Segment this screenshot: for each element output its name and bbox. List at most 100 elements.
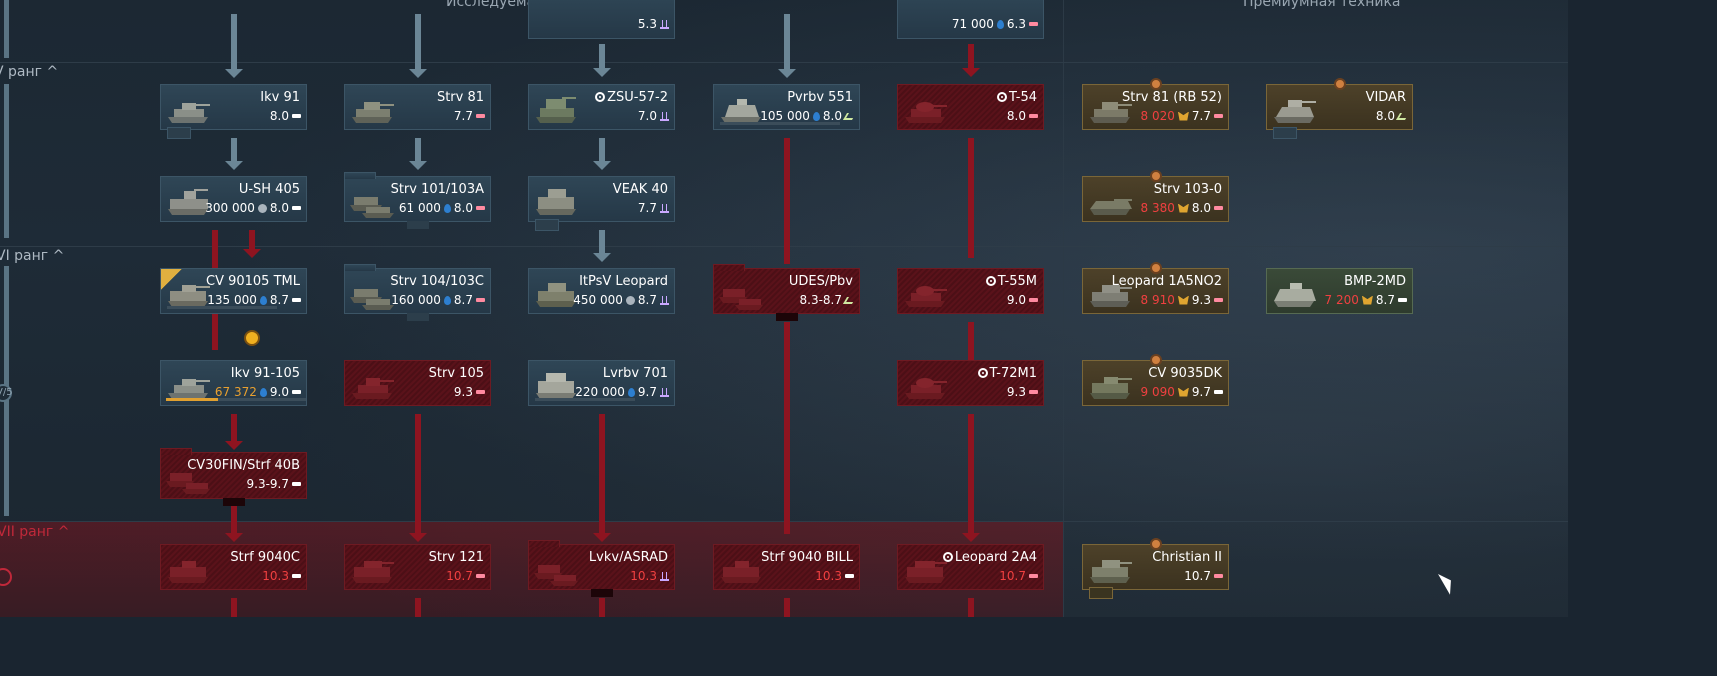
spaa-icon [660,111,669,121]
vehicle-card-pvrbv551[interactable]: Pvrbv 551 105 000 8.0 [713,84,860,130]
vehicle-card-strv105[interactable]: Strv 105 9.3 [344,360,491,406]
vehicle-name: VEAK 40 [612,182,668,197]
vehicle-name-text: ZSU-57-2 [607,90,668,105]
battle-rating: 10.3 [262,569,289,583]
connector-arrow [778,14,796,78]
connector-arrow [593,230,611,262]
vehicle-card-strv81rb52[interactable]: Strv 81 (RB 52) 8 020 7.7 [1082,78,1229,130]
vehicle-name: CV 90105 TML [206,274,300,289]
vehicle-card-christian2[interactable]: Christian II 10.7 [1082,538,1229,599]
spaa-group-thumbnail [534,565,578,586]
card-subtag [167,127,191,139]
vehicle-name: Strf 9040C [230,550,300,565]
folder-tab [713,264,745,271]
spaa-icon [660,387,669,397]
tank-icon [476,390,485,394]
vehicle-card-zsu572[interactable]: ZSU-57-2 7.0 [528,84,675,130]
purchase-cost: 7 200 [1324,293,1359,307]
premium-badge-icon [1150,170,1162,182]
battle-rating: 8.3-8.7 [799,293,843,307]
rank-label-v[interactable]: V ранг ^ [0,64,58,80]
connector-arrow [593,44,611,77]
spaa-icon [660,295,669,305]
vehicle-card-t72m1[interactable]: T-72M1 9.3 [897,360,1044,406]
vehicle-card-strf9040c[interactable]: Strf 9040C 10.3 [160,544,307,590]
battle-rating: 8.7 [269,293,289,307]
battle-rating: 8.0 [453,201,473,215]
spaa-icon [660,571,669,581]
vehicle-name: Strv 105 [428,366,484,381]
tank-thumbnail [168,561,208,583]
vehicle-card-strv104[interactable]: Strv 104/103C 160 000 8.7 [344,264,491,321]
vehicle-card-veak40[interactable]: VEAK 40 7.7 [528,176,675,231]
premium-badge-icon [1334,78,1346,90]
vehicle-card-vidar[interactable]: VIDAR 8.0 [1266,78,1413,139]
rank-label-vi[interactable]: VI ранг ^ [0,248,64,264]
vehicle-card-strf9040bill[interactable]: Strf 9040 BILL 10.3 [713,544,860,590]
vehicle-card-partial[interactable]: 5.3 [528,0,675,39]
tank-icon [1029,298,1038,302]
rank-label-vii[interactable]: VII ранг ^ [0,524,69,540]
vehicle-card-strv121[interactable]: Strv 121 10.7 [344,544,491,590]
vehicle-card-ush405[interactable]: U-SH 405 300 000 8.0 [160,176,307,222]
battle-rating: 10.7 [446,569,473,583]
folder-expand-tag[interactable] [407,313,429,321]
spaa-icon [660,19,669,29]
research-cost: 300 000 [205,201,255,215]
golden-eagle-icon [1177,203,1189,213]
card-meta: 67 372 9.0 [215,385,301,399]
folder-expand-tag[interactable] [407,221,429,229]
card-meta: 9.3 [454,385,485,399]
card-meta: 450 000 8.7 [573,293,669,307]
folder-expand-tag[interactable] [223,498,245,506]
tank-group-thumbnail [350,289,394,310]
vehicle-card-udes[interactable]: UDES/Pbv 8.3-8.7 [713,264,860,321]
vehicle-name-text: T-72M1 [989,366,1037,381]
tank-icon [476,114,485,118]
battle-rating: 8.0 [1006,109,1026,123]
vehicle-card-cv90105[interactable]: CV 90105 TML 135 000 8.7 [160,268,307,314]
tank-icon [292,482,301,486]
vehicle-card-leo2a4[interactable]: Leopard 2A4 10.7 [897,544,1044,590]
tank-thumbnail [1090,199,1132,215]
card-meta: 10.3 [630,569,669,583]
tank-thumbnail [905,102,947,123]
locked-connector [784,598,790,617]
vehicle-name: Strv 103-0 [1153,182,1222,197]
vehicle-card-strv101[interactable]: Strv 101/103A 61 000 8.0 [344,172,491,229]
vehicle-card-ikv91[interactable]: Ikv 91 8.0 [160,84,307,139]
vehicle-name: Strv 104/103C [390,274,484,289]
vehicle-card-strv81[interactable]: Strv 81 7.7 [344,84,491,130]
tank-icon [1214,298,1223,302]
vehicle-card-leo1a5no2[interactable]: Leopard 1A5NO2 8 910 9.3 [1082,262,1229,314]
vehicle-card-lvrbv701[interactable]: Lvrbv 701 220 000 9.7 [528,360,675,406]
tank-icon [292,574,301,578]
card-meta: 61 000 8.0 [399,201,485,215]
tank-thumbnail [1274,100,1316,123]
folder-tab [528,540,560,547]
vehicle-card-ikv91105[interactable]: Ikv 91-105 67 372 9.0 [160,360,307,406]
vehicle-card-cv9035dk[interactable]: CV 9035DK 9 090 9.7 [1082,354,1229,406]
column-divider [1063,0,1064,617]
vehicle-name: U-SH 405 [238,182,300,197]
vehicle-card-itpsv[interactable]: ItPsV Leopard 450 000 8.7 [528,268,675,314]
alarm-icon[interactable] [244,330,260,346]
vehicle-card-cv30fin[interactable]: CV30FIN/Strf 40B 9.3-9.7 [160,448,307,506]
vehicle-card-strv1030[interactable]: Strv 103-0 8 380 8.0 [1082,170,1229,222]
vehicle-card-lvkv[interactable]: Lvkv/ASRAD 10.3 [528,540,675,597]
card-meta: 160 000 8.7 [391,293,485,307]
locked-connector-arrow [225,414,243,450]
vehicle-card-partial[interactable]: 71 000 6.3 [897,0,1044,39]
battle-rating: 9.3 [1191,293,1211,307]
spaa-thumbnail [536,97,576,123]
vehicle-name: Leopard 1A5NO2 [1111,274,1222,289]
folder-expand-tag[interactable] [776,313,798,321]
tank-icon [1029,574,1038,578]
tank-icon [292,298,301,302]
vehicle-card-bmp2md[interactable]: BMP-2MD 7 200 8.7 [1266,268,1413,314]
vehicle-card-t54[interactable]: T-54 8.0 [897,84,1044,130]
folder-expand-tag[interactable] [591,589,613,597]
card-meta: 7.0 [638,109,669,123]
vehicle-card-t55m[interactable]: T-55M 9.0 [897,268,1044,314]
card-meta: 105 000 8.0 [760,109,857,123]
